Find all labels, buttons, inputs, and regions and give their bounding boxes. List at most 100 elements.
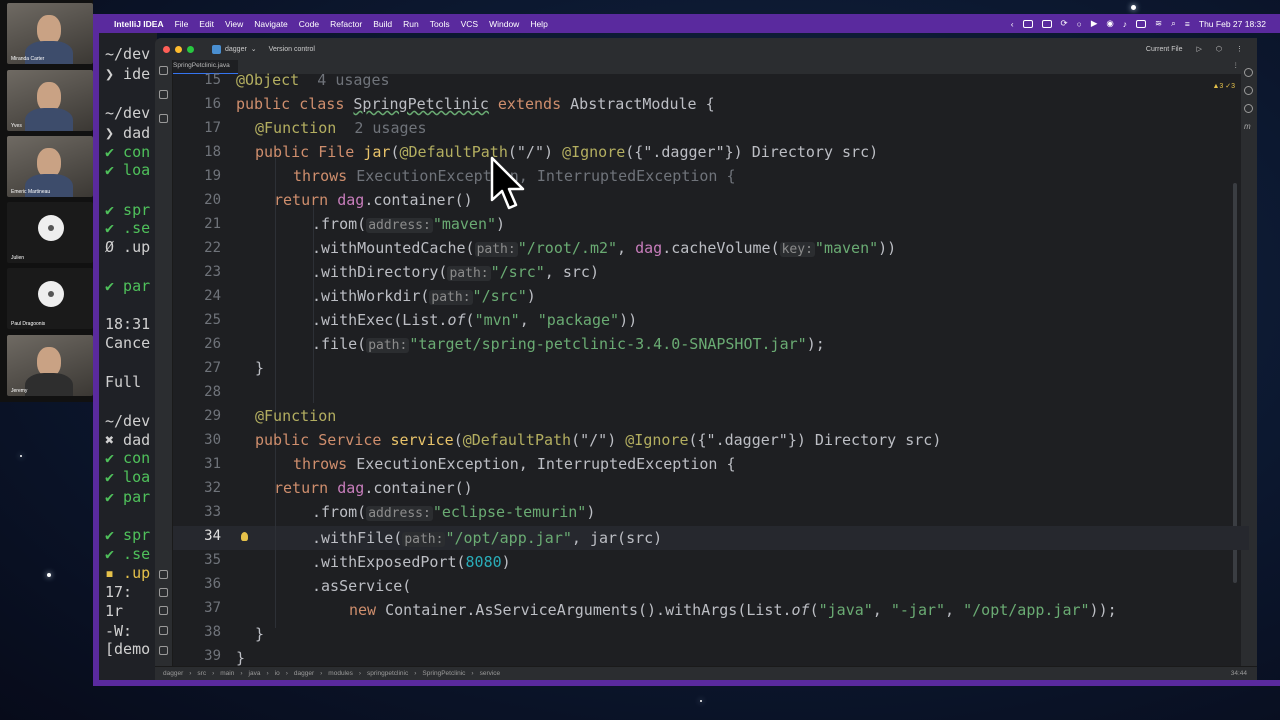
breadcrumb[interactable]: dagger: [294, 670, 314, 677]
code-token: }: [236, 649, 246, 667]
participant-tile[interactable]: Jeremy: [7, 335, 93, 396]
code-token: ): [496, 215, 506, 233]
code-token: .withExec(List.: [312, 311, 448, 329]
participant-tile[interactable]: Paul Dragoonis: [7, 268, 93, 329]
code-token: return: [274, 479, 338, 497]
terminal-line: ✔ par: [105, 277, 151, 295]
code-line: public Service service(@DefaultPath("/")…: [255, 430, 941, 450]
participant-tile[interactable]: Yves: [7, 70, 93, 131]
menu-build[interactable]: Build: [373, 19, 392, 29]
breadcrumb[interactable]: java: [249, 670, 261, 677]
menu-refactor[interactable]: Refactor: [330, 19, 362, 29]
window-frame-bottom: [93, 680, 1280, 686]
participant-tile[interactable]: Emeric Martineau: [7, 136, 93, 197]
string-literal: "maven": [432, 215, 497, 233]
menu-edit[interactable]: Edit: [199, 19, 214, 29]
circle-icon[interactable]: ○: [1077, 19, 1082, 29]
annotation: @Ignore: [625, 431, 689, 449]
battery-icon[interactable]: [1136, 19, 1147, 28]
code-token: .withDirectory(: [312, 263, 448, 281]
param-hint: path:: [402, 532, 446, 547]
string-literal: "java": [818, 601, 873, 619]
avatar: [38, 215, 64, 241]
wifi-icon[interactable]: ≋: [1155, 18, 1162, 29]
code-token: )): [878, 239, 897, 257]
chevron-left-icon[interactable]: ‹: [1011, 19, 1014, 29]
breadcrumb[interactable]: service: [480, 670, 501, 677]
string-literal: "/root/.m2": [517, 239, 618, 257]
breadcrumb[interactable]: dagger: [163, 670, 183, 677]
code-token: ({".dagger"}) Directory src): [625, 143, 879, 161]
participant-tile[interactable]: Miranda Carter: [7, 3, 93, 64]
terminal-window[interactable]: ~/dev ❯ ide ~/dev ❯ dad ✔ con ✔ loa ✔ sp…: [99, 33, 157, 680]
mouse-pointer-icon: [490, 156, 525, 210]
usages-hint[interactable]: 4 usages: [317, 71, 389, 89]
menu-help[interactable]: Help: [530, 19, 547, 29]
participant-tile[interactable]: Julien: [7, 202, 93, 263]
menu-run[interactable]: Run: [403, 19, 419, 29]
menubar-app-name[interactable]: IntelliJ IDEA: [114, 19, 164, 29]
class-name: SpringPetclinic: [353, 95, 489, 113]
volume-icon[interactable]: ♪: [1123, 19, 1127, 29]
param-hint: path:: [474, 242, 518, 257]
status-bar: dagger › src › main › java › io › dagger › mod…: [155, 666, 1257, 680]
control-center-icon[interactable]: ≡: [1185, 19, 1190, 29]
annotation: @DefaultPath: [462, 431, 572, 449]
code-line: @Function 2 usages: [255, 118, 427, 138]
participant-name: Paul Dragoonis: [11, 321, 46, 327]
code-editor[interactable]: @Object 4 usages public class SpringPetc…: [155, 38, 1257, 680]
record-icon[interactable]: ◉: [1106, 18, 1113, 29]
play-icon[interactable]: ▶: [1091, 18, 1098, 29]
breadcrumb[interactable]: main: [220, 670, 234, 677]
usages-hint[interactable]: 2 usages: [354, 119, 426, 137]
breadcrumb[interactable]: modules: [328, 670, 353, 677]
breadcrumb[interactable]: io: [275, 670, 280, 677]
code-token: .file(: [312, 335, 367, 353]
terminal-line: -W:: [105, 622, 133, 640]
intellij-window: dagger ⌄ Version control Current File ▷ …: [155, 38, 1257, 680]
breadcrumb[interactable]: springpetclinic: [367, 670, 408, 677]
code-token: ({".dagger"}) Directory src): [688, 431, 942, 449]
menu-vcs[interactable]: VCS: [461, 19, 478, 29]
cursor-position[interactable]: 34:44: [1231, 670, 1257, 677]
breadcrumb-separator: ›: [471, 670, 474, 677]
participant-name: Emeric Martineau: [11, 189, 51, 195]
code-line: .withWorkdir(path: "/src"): [312, 286, 536, 308]
code-token: ExecutionException, InterruptedException…: [356, 455, 736, 473]
menu-view[interactable]: View: [225, 19, 243, 29]
background-star: [20, 455, 22, 457]
breadcrumb[interactable]: SpringPetclinic: [422, 670, 465, 677]
terminal-line: ✔ .se: [105, 545, 151, 563]
docker-icon[interactable]: [1022, 19, 1033, 28]
code-token: return: [274, 191, 338, 209]
code-line: }: [236, 648, 245, 668]
breadcrumb-separator: ›: [189, 670, 192, 677]
code-token: (: [453, 431, 463, 449]
menu-window[interactable]: Window: [489, 19, 519, 29]
avatar: [38, 281, 64, 307]
participant-body: [25, 373, 73, 396]
method-name: jar: [363, 143, 391, 161]
code-token: extends: [488, 95, 571, 113]
menu-file[interactable]: File: [175, 19, 189, 29]
string-literal: "/src": [490, 263, 545, 281]
screen-share-icon[interactable]: [1041, 19, 1052, 28]
menu-navigate[interactable]: Navigate: [254, 19, 288, 29]
breadcrumb-separator: ›: [285, 670, 288, 677]
code-token: dag: [337, 191, 365, 209]
menu-tools[interactable]: Tools: [430, 19, 450, 29]
code-line-current: .withFile(path: "/opt/app.jar", jar(src): [312, 528, 662, 550]
search-icon[interactable]: ⌕: [1171, 18, 1176, 29]
annotation: @Ignore: [562, 143, 626, 161]
code-token: ,: [571, 529, 590, 547]
string-literal: "/opt/app.jar": [963, 601, 1090, 619]
code-token: .asService(: [312, 577, 412, 595]
code-token: of: [791, 601, 810, 619]
menu-code[interactable]: Code: [299, 19, 319, 29]
code-line: @Function: [255, 406, 336, 426]
code-token: }: [255, 625, 265, 643]
terminal-line: Full: [105, 373, 142, 391]
breadcrumb[interactable]: src: [197, 670, 206, 677]
sync-icon[interactable]: ⟳: [1061, 18, 1068, 29]
terminal-line: ✔ loa: [105, 161, 151, 179]
